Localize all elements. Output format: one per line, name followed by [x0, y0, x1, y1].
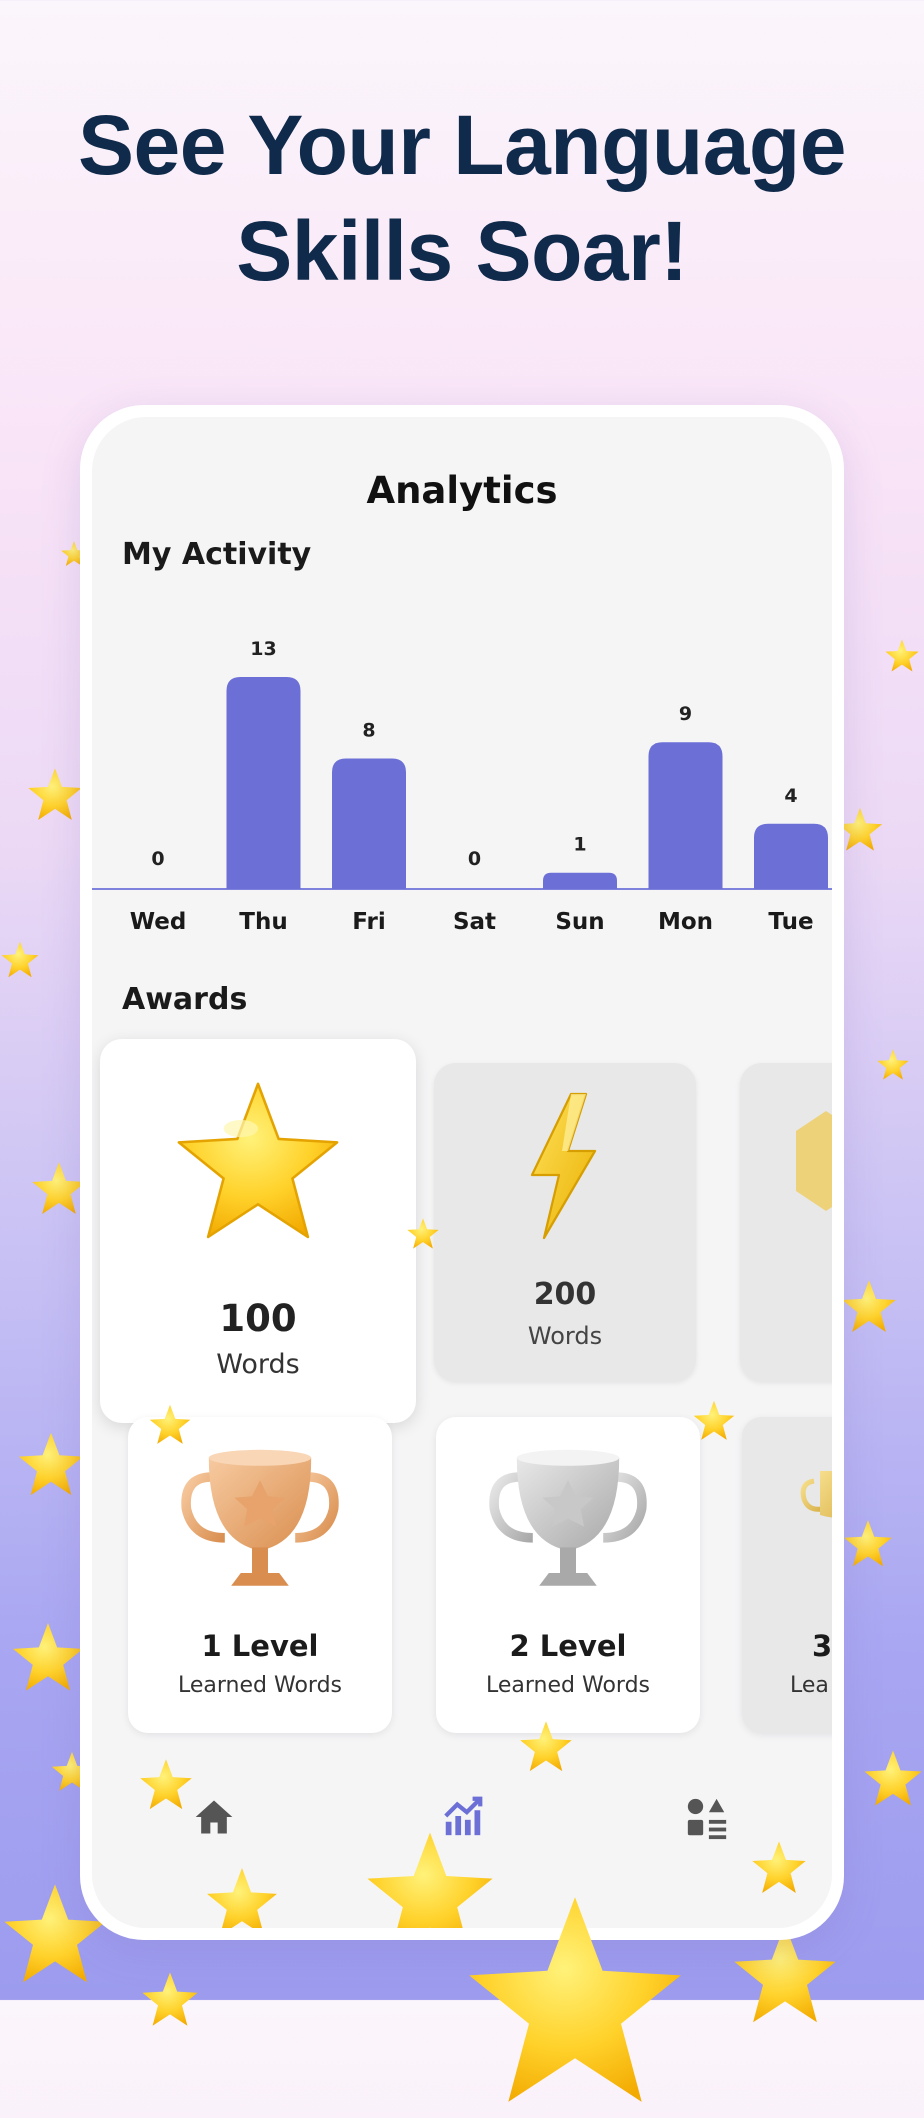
level-card-2[interactable]: 2 Level Learned Words [436, 1417, 700, 1733]
level-subtitle: Learned Words [486, 1673, 650, 1698]
bar-thu [226, 677, 301, 889]
silver-trophy-icon [489, 1449, 647, 1586]
decor-star-icon [142, 1972, 198, 2026]
decor-star-icon [18, 1432, 84, 1496]
data-label: 4 [784, 785, 797, 807]
decor-star-icon [693, 1400, 735, 1440]
phone-frame: Analytics My Activity 0 Wed 13 Thu 8 Fri 0 Sat 1… [80, 405, 844, 1940]
award-card-200-words[interactable]: 200 Words [434, 1063, 696, 1381]
awards-section-title: Awards [122, 982, 248, 1017]
level-title: 2 Level [509, 1629, 627, 1663]
medal-icon [796, 1111, 832, 1211]
decor-star-icon [149, 1404, 191, 1444]
star-trophy-icon [177, 1082, 339, 1239]
tick-label: Mon [658, 909, 713, 935]
level-title: 1 Level [201, 1629, 319, 1663]
tick-label: Sat [453, 909, 496, 935]
award-value: 200 [533, 1277, 597, 1312]
headline: See Your Language Skills Soar! [0, 92, 924, 304]
categories-icon[interactable] [684, 1795, 730, 1841]
headline-line-2: Skills Soar! [236, 204, 688, 298]
data-label: 8 [362, 720, 375, 742]
analytics-screen: Analytics My Activity 0 Wed 13 Thu 8 Fri 0 Sat 1… [92, 417, 832, 1928]
decor-star-icon [842, 1280, 896, 1332]
home-icon[interactable] [192, 1795, 236, 1839]
decor-star-icon [207, 1868, 277, 1928]
level-subtitle: Learned Words [178, 1673, 342, 1698]
level-subtitle: Lea [790, 1673, 829, 1698]
gold-trophy-icon [800, 1471, 832, 1518]
bar-fri [332, 758, 406, 889]
decor-star-icon [520, 1721, 572, 1772]
decor-star-icon [844, 1520, 892, 1567]
decor-star-icon [13, 1623, 83, 1691]
award-card-100-words[interactable]: 100 Words [100, 1039, 416, 1423]
tick-label: Sun [555, 909, 604, 935]
level-card-1[interactable]: 1 Level Learned Words [128, 1417, 392, 1733]
tick-label: Thu [239, 909, 287, 935]
bar-mon [648, 742, 723, 889]
data-label: 9 [679, 703, 692, 725]
data-label: 0 [151, 848, 164, 870]
tick-label: Fri [352, 909, 385, 935]
decor-star-icon [877, 1049, 909, 1080]
decor-star-icon [469, 1897, 681, 2102]
data-label: 0 [468, 848, 481, 870]
activity-section-title: My Activity [122, 537, 312, 572]
decor-star-icon [864, 1750, 922, 1806]
bronze-trophy-icon [181, 1449, 339, 1586]
level-card-3[interactable]: 3 Lea [742, 1417, 832, 1733]
award-card-partial[interactable] [740, 1063, 832, 1381]
level-title: 3 [812, 1629, 832, 1663]
decor-star-icon [885, 639, 919, 672]
bar-tue [754, 823, 828, 889]
activity-chart: 0 Wed 13 Thu 8 Fri 0 Sat 1 Sun 9 Mon 4 Tue [92, 638, 832, 935]
decor-star-icon [140, 1759, 192, 1810]
award-value: 100 [219, 1297, 297, 1340]
data-label: 1 [573, 834, 586, 856]
decor-star-icon [28, 768, 82, 820]
tick-label: Wed [130, 909, 187, 935]
bar-sun [543, 872, 617, 889]
decor-star-icon [407, 1218, 439, 1249]
screen-title: Analytics [366, 469, 558, 512]
award-label: Words [527, 1322, 603, 1350]
decor-star-icon [1, 941, 39, 978]
decor-star-icon [752, 1841, 806, 1893]
tick-label: Tue [768, 909, 813, 935]
award-label: Words [216, 1349, 300, 1380]
lightning-icon [530, 1092, 597, 1240]
headline-line-1: See Your Language [78, 98, 846, 192]
data-label: 13 [250, 638, 276, 660]
